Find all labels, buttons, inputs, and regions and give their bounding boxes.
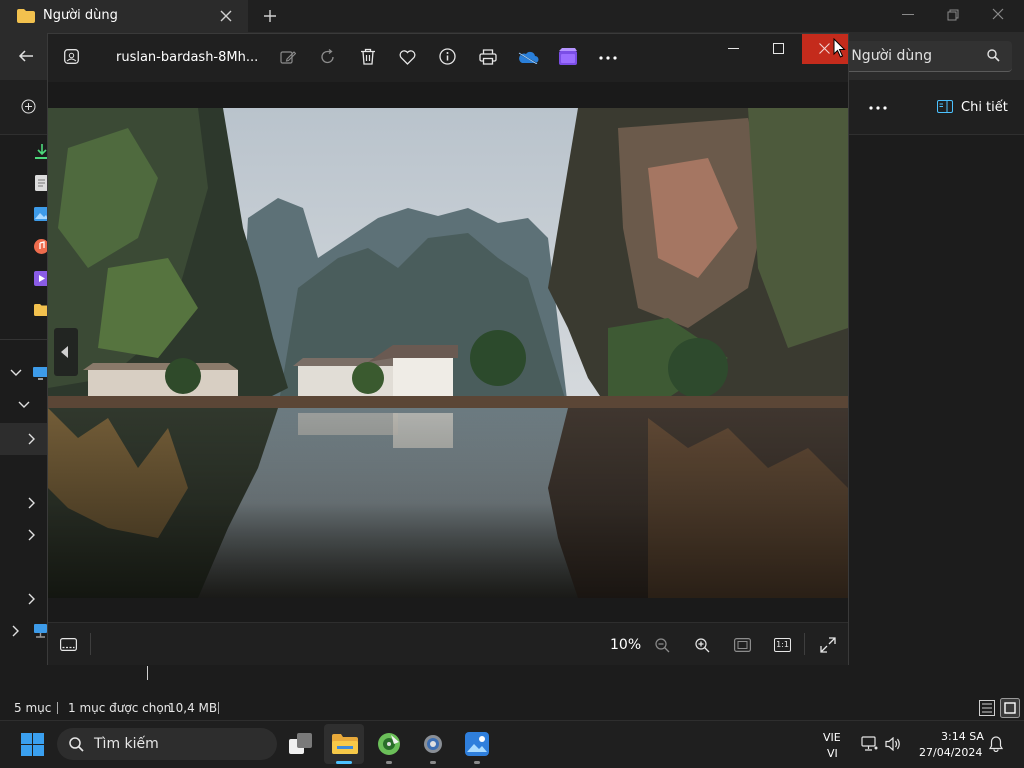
network-icon[interactable] <box>861 736 878 751</box>
running-app-indicator <box>474 761 480 764</box>
taskbar-search-box[interactable] <box>57 728 277 760</box>
file-explorer-taskbar-icon[interactable] <box>332 733 358 755</box>
tiles-view-icon[interactable] <box>1000 698 1020 718</box>
input-method[interactable]: VI <box>827 747 838 760</box>
new-item-icon[interactable] <box>21 99 36 114</box>
nav-selected-row[interactable] <box>0 423 48 455</box>
clipchamp-icon[interactable] <box>559 48 577 65</box>
status-item-count: 5 mục <box>14 701 52 715</box>
close-tab-icon[interactable] <box>219 9 233 23</box>
active-app-indicator <box>336 761 352 764</box>
chevron-right-icon[interactable] <box>28 497 36 509</box>
photo-landscape-image[interactable] <box>48 108 848 598</box>
actual-size-button[interactable]: 1:1 <box>774 638 791 652</box>
status-divider <box>57 702 58 714</box>
app-disc-icon[interactable] <box>377 732 401 756</box>
text-cursor <box>147 666 148 680</box>
rotate-icon[interactable] <box>320 49 336 65</box>
more-options-icon[interactable] <box>869 106 887 110</box>
chevron-left-icon <box>61 346 69 358</box>
toolbar-divider <box>804 633 805 655</box>
chevron-down-icon[interactable] <box>10 369 22 377</box>
status-divider <box>218 702 219 714</box>
info-icon[interactable] <box>439 48 456 65</box>
fullscreen-icon[interactable] <box>820 637 836 653</box>
filmstrip-icon[interactable] <box>60 638 77 651</box>
chevron-right-icon[interactable] <box>28 593 36 605</box>
photos-bottom-bar <box>48 622 848 665</box>
close-icon <box>819 43 830 54</box>
zoom-out-icon[interactable] <box>655 638 670 653</box>
details-button[interactable]: Chi tiết <box>961 100 1008 115</box>
chevron-right-icon[interactable] <box>12 625 20 637</box>
more-options-icon[interactable] <box>599 56 617 60</box>
network-icon[interactable] <box>33 623 48 638</box>
chevron-right-icon[interactable] <box>28 529 36 541</box>
task-view-icon[interactable] <box>289 733 313 755</box>
print-icon[interactable] <box>479 49 497 65</box>
explorer-tab[interactable] <box>0 0 248 32</box>
details-pane-icon[interactable] <box>937 100 953 113</box>
status-selected: 1 mục được chọn <box>68 701 172 715</box>
explorer-search-placeholder: g Người dùng <box>838 48 932 64</box>
explorer-close-icon[interactable] <box>992 8 1004 20</box>
favorite-heart-icon[interactable] <box>399 50 416 65</box>
zoom-in-icon[interactable] <box>695 638 710 653</box>
settings-gear-icon[interactable] <box>421 732 445 756</box>
chevron-down-icon[interactable] <box>18 401 30 409</box>
folder-icon <box>17 9 35 23</box>
taskbar-search-placeholder: Tìm kiếm <box>94 736 159 752</box>
this-pc-icon[interactable] <box>33 367 48 380</box>
explorer-restore-icon[interactable] <box>947 9 959 21</box>
start-button-windows-icon[interactable] <box>21 733 44 756</box>
photo-filename: ruslan-bardash-8Mh... <box>116 50 259 65</box>
back-arrow-icon[interactable] <box>18 48 34 64</box>
onedrive-icon[interactable] <box>517 50 539 64</box>
fit-to-window-icon[interactable] <box>734 638 751 652</box>
delete-icon[interactable] <box>360 48 376 65</box>
notification-bell-icon[interactable] <box>989 736 1003 752</box>
clock-time[interactable]: 3:14 SA <box>941 730 984 743</box>
zoom-level: 10% <box>610 637 642 653</box>
clock-date[interactable]: 27/04/2024 <box>919 746 982 759</box>
input-language[interactable]: VIE <box>823 731 841 744</box>
search-icon <box>69 737 84 752</box>
toolbar-divider <box>90 633 91 655</box>
new-tab-icon[interactable] <box>263 9 277 23</box>
edit-image-icon[interactable] <box>280 49 296 65</box>
explorer-minimize-icon[interactable] <box>902 14 914 16</box>
photos-minimize-icon[interactable] <box>728 48 739 50</box>
photos-taskbar-icon[interactable] <box>465 732 489 756</box>
running-app-indicator <box>386 761 392 764</box>
status-size: 10,4 MB <box>168 701 218 715</box>
volume-icon[interactable] <box>885 737 901 751</box>
details-view-icon[interactable] <box>979 700 995 716</box>
mouse-cursor-icon <box>833 38 846 58</box>
running-app-indicator <box>430 761 436 764</box>
explorer-tab-title: Người dùng <box>43 8 118 23</box>
search-icon[interactable] <box>987 49 1000 62</box>
photos-maximize-icon[interactable] <box>773 43 784 54</box>
chevron-right-icon[interactable] <box>28 433 36 445</box>
photos-app-icon <box>64 49 79 64</box>
